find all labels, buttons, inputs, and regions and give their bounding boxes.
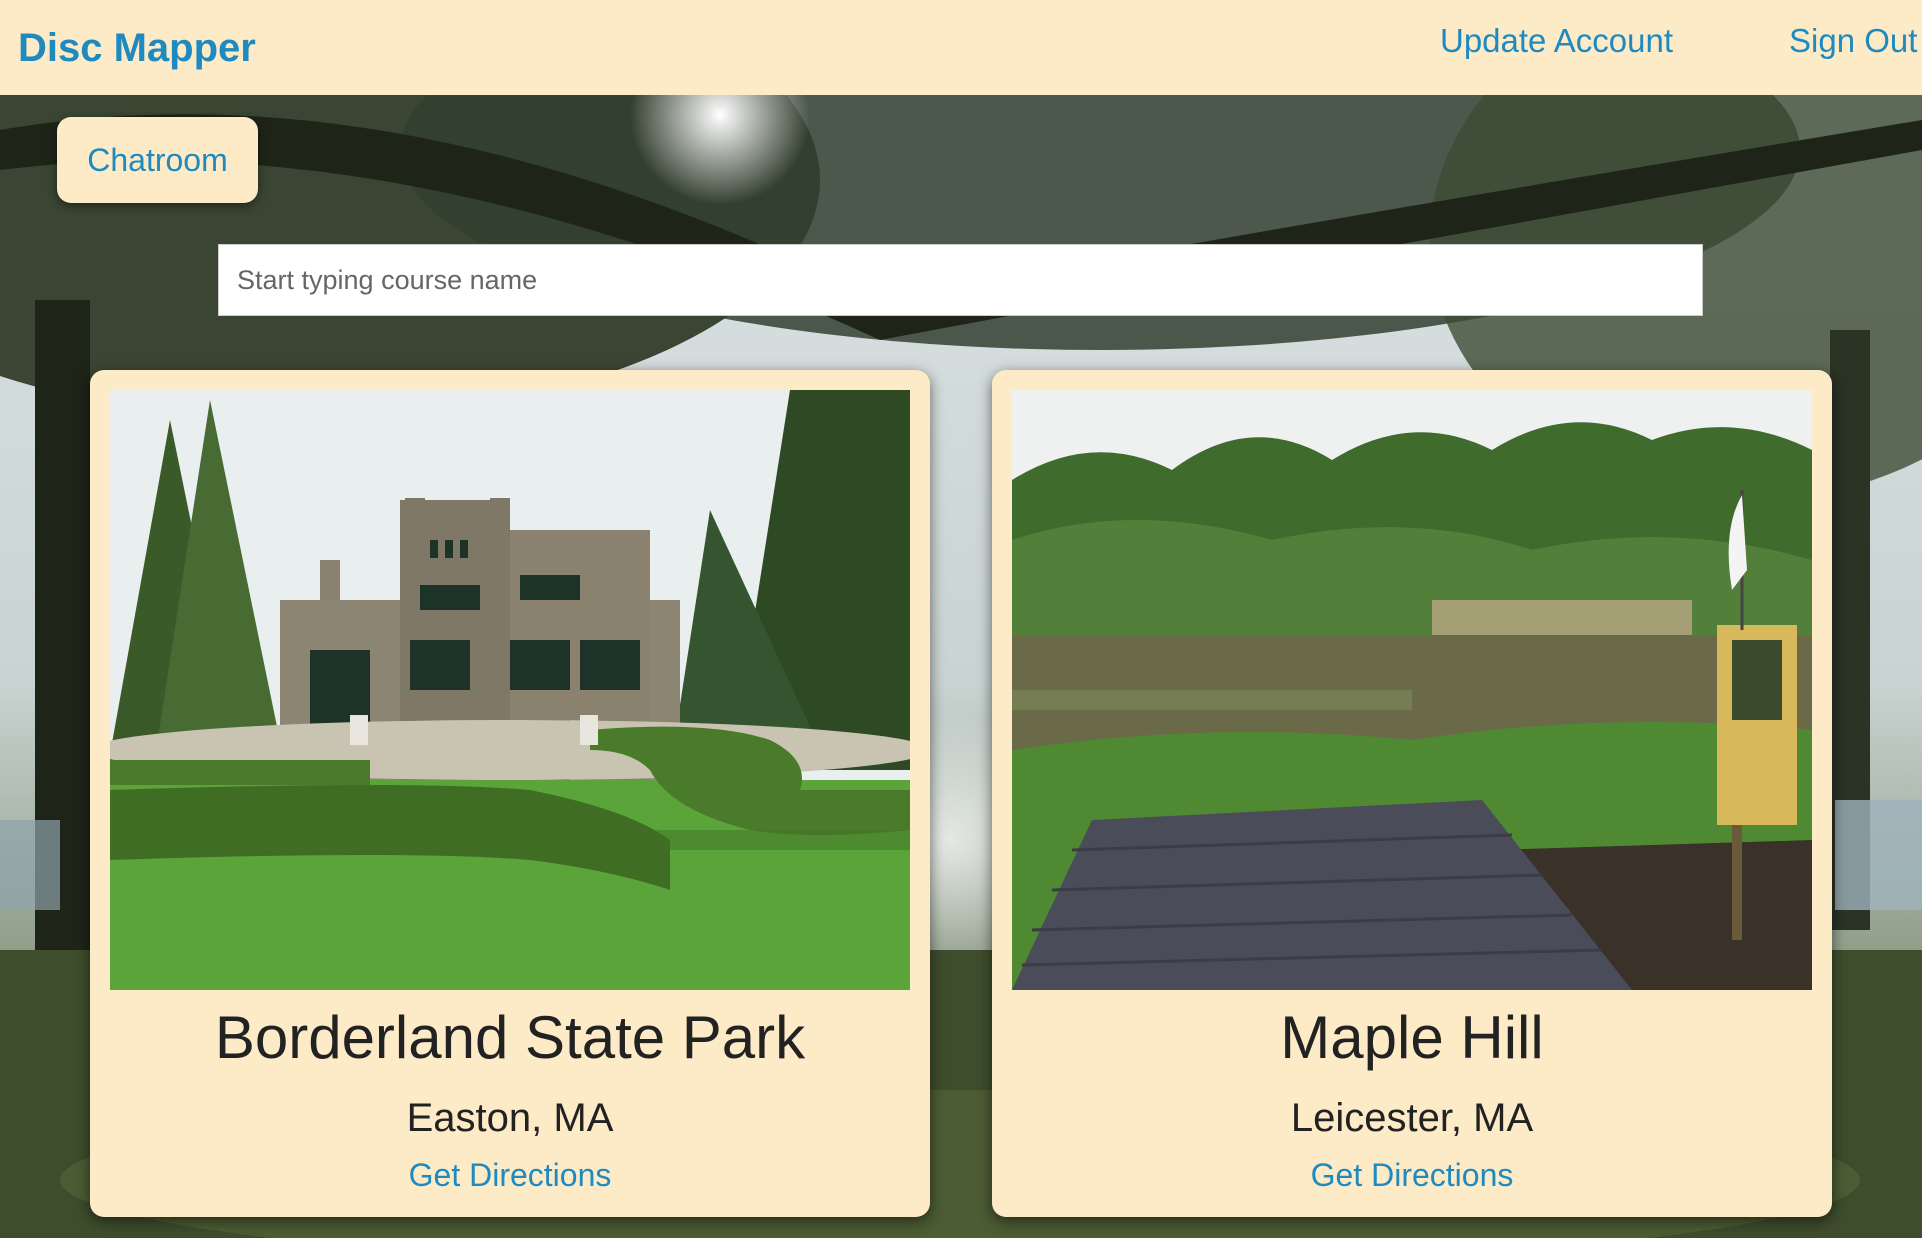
course-photo-pond xyxy=(1012,390,1812,990)
course-location: Easton, MA xyxy=(406,1096,614,1140)
course-name: Borderland State Park xyxy=(214,1004,806,1071)
course-photo-castle xyxy=(110,390,910,990)
course-name: Maple Hill xyxy=(1280,1004,1544,1071)
course-card-maple-hill: Maple Hill Leicester, MA Get Directions xyxy=(992,370,1832,1217)
update-account-link[interactable]: Update Account xyxy=(1440,22,1673,60)
course-card-borderland: Borderland State Park Easton, MA Get Dir… xyxy=(90,370,930,1217)
chatroom-button[interactable]: Chatroom xyxy=(57,117,258,203)
navbar: Disc Mapper Update Account Sign Out xyxy=(0,0,1922,95)
course-location: Leicester, MA xyxy=(1290,1096,1534,1140)
get-directions-link[interactable]: Get Directions xyxy=(992,1157,1832,1194)
sign-out-link[interactable]: Sign Out xyxy=(1789,22,1917,60)
brand-logo-link[interactable]: Disc Mapper xyxy=(18,26,256,71)
get-directions-link[interactable]: Get Directions xyxy=(90,1157,930,1194)
course-search-input[interactable] xyxy=(218,244,1703,316)
